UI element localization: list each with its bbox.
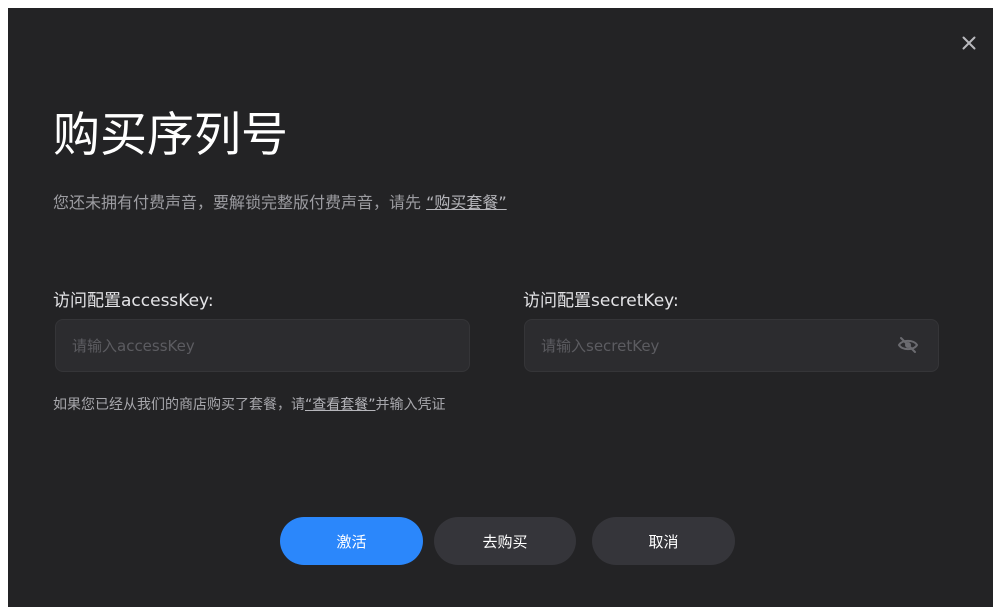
subtitle-text: 您还未拥有付费声音，要解锁完整版付费声音，请先 (53, 193, 427, 212)
hint-prefix: 如果您已经从我们的商店购买了套餐，请 (53, 397, 305, 413)
close-icon (962, 36, 976, 50)
go-buy-button[interactable]: 去购买 (434, 517, 576, 565)
purchase-hint: 如果您已经从我们的商店购买了套餐，请“查看套餐”并输入凭证 (53, 395, 446, 415)
access-key-input[interactable] (55, 319, 470, 372)
dialog-subtitle: 您还未拥有付费声音，要解锁完整版付费声音，请先 “购买套餐” (53, 192, 507, 214)
close-button[interactable] (961, 35, 977, 51)
buy-plan-link[interactable]: “购买套餐” (426, 193, 507, 212)
dialog-title: 购买序列号 (53, 108, 288, 163)
eye-slash-icon (897, 337, 919, 353)
toggle-secret-visibility-button[interactable] (897, 335, 919, 355)
hint-suffix: 并输入凭证 (375, 397, 446, 413)
access-key-label: 访问配置accessKey: (53, 291, 214, 311)
view-plan-link[interactable]: “查看套餐” (305, 397, 376, 413)
activate-button[interactable]: 激活 (280, 517, 423, 565)
secret-key-label: 访问配置secretKey: (523, 291, 679, 311)
secret-key-input[interactable] (524, 319, 939, 372)
cancel-button[interactable]: 取消 (592, 517, 735, 565)
purchase-serial-dialog: 购买序列号 您还未拥有付费声音，要解锁完整版付费声音，请先 “购买套餐” 访问配… (8, 8, 993, 607)
